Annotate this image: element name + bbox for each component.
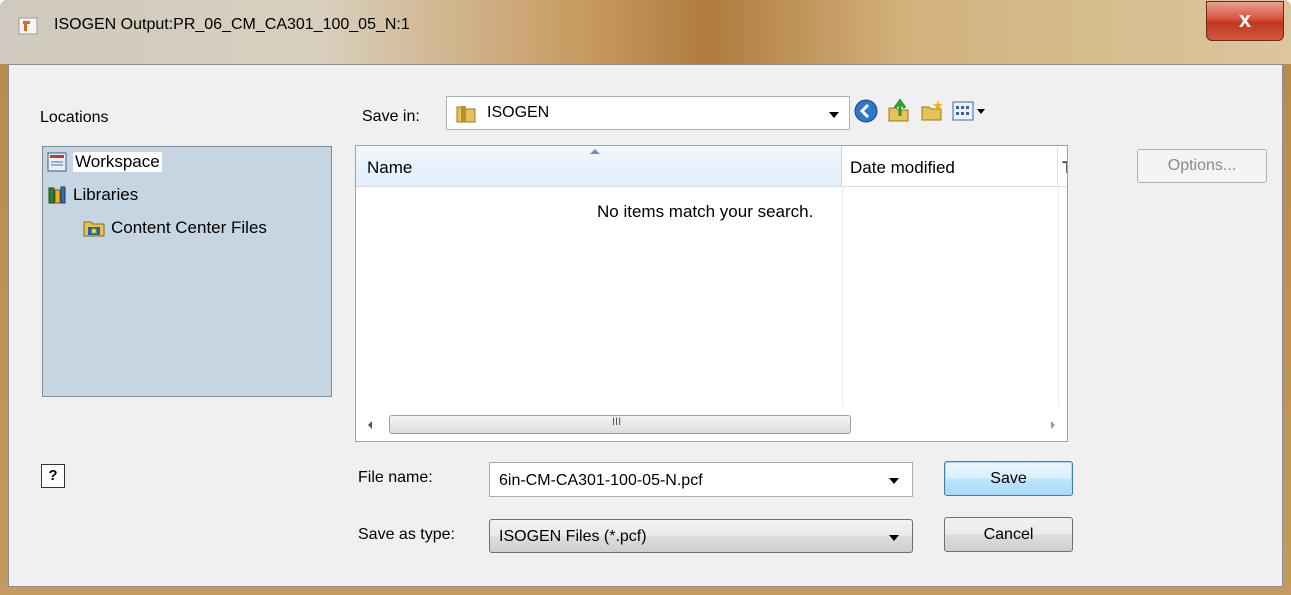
save-in-dropdown[interactable]: ISOGEN [446, 96, 850, 130]
file-name-field[interactable]: 6in-CM-CA301-100-05-N.pcf [489, 462, 913, 497]
new-folder-icon[interactable] [919, 98, 945, 124]
window-title: ISOGEN Output:PR_06_CM_CA301_100_05_N:1 [54, 16, 410, 33]
column-header-date-modified[interactable]: Date modified [842, 146, 1058, 186]
location-item-workspace[interactable]: Workspace [47, 152, 162, 172]
column-divider [842, 186, 843, 406]
column-label-date-modified: Date modified [850, 158, 955, 177]
file-name-value: 6in-CM-CA301-100-05-N.pcf [499, 472, 703, 489]
save-in-label: Save in: [362, 108, 420, 125]
location-label-workspace: Workspace [73, 152, 162, 172]
app-icon [18, 17, 38, 35]
view-menu-icon[interactable] [951, 98, 991, 124]
help-icon: ? [48, 467, 58, 484]
column-header-name[interactable]: Name [356, 146, 842, 186]
save-as-type-dropdown[interactable]: ISOGEN Files (*.pcf) [489, 519, 913, 553]
column-label-name: Name [367, 158, 413, 177]
scroll-grip: III [612, 416, 622, 428]
file-list-header: Name Date modified Ty [356, 146, 1067, 187]
title-bar[interactable]: ISOGEN Output:PR_06_CM_CA301_100_05_N:1 … [0, 0, 1291, 64]
chevron-down-icon[interactable] [889, 535, 899, 541]
file-name-label: File name: [358, 469, 433, 486]
chevron-down-icon[interactable] [889, 478, 899, 484]
content-center-folder-icon: ✱ [83, 221, 105, 237]
up-folder-icon[interactable] [886, 98, 912, 124]
dialog-body: Locations Workspace Libraries ✱ Content … [8, 64, 1283, 587]
column-header-type[interactable]: Ty [1058, 146, 1067, 186]
save-button[interactable]: Save [944, 461, 1073, 496]
location-label-content-center: Content Center Files [111, 218, 267, 237]
cancel-button[interactable]: Cancel [944, 517, 1073, 552]
close-icon[interactable]: x [1239, 7, 1251, 32]
chevron-down-icon[interactable] [829, 112, 839, 118]
location-item-libraries[interactable]: Libraries [47, 185, 138, 205]
save-in-value: ISOGEN [487, 104, 550, 121]
dialog-window: ISOGEN Output:PR_06_CM_CA301_100_05_N:1 … [0, 0, 1291, 595]
workspace-icon [47, 152, 67, 172]
scrollbar-thumb[interactable]: III [389, 415, 851, 434]
location-label-libraries: Libraries [73, 185, 139, 204]
libraries-icon [48, 186, 66, 204]
scroll-left-icon[interactable] [366, 420, 374, 430]
column-divider [1058, 186, 1059, 406]
options-button[interactable]: Options... [1137, 149, 1267, 183]
close-button[interactable]: x [1206, 1, 1284, 41]
locations-heading: Locations [40, 109, 109, 126]
help-button[interactable]: ? [41, 464, 65, 488]
sort-ascending-icon [590, 149, 600, 154]
horizontal-scrollbar[interactable]: III [356, 409, 1067, 441]
column-label-type: Ty [1062, 158, 1067, 178]
locations-panel: Workspace Libraries ✱ Content Center Fil… [42, 146, 332, 397]
folder-icon [456, 106, 476, 123]
svg-text:✱: ✱ [91, 227, 98, 236]
location-item-content-center[interactable]: ✱ Content Center Files [83, 218, 267, 238]
scroll-right-icon[interactable] [1049, 420, 1057, 430]
file-list[interactable]: Name Date modified Ty No items match you… [355, 145, 1068, 442]
save-as-type-label: Save as type: [358, 526, 455, 543]
save-as-type-value: ISOGEN Files (*.pcf) [499, 528, 647, 545]
back-icon[interactable] [853, 98, 879, 124]
empty-list-message: No items match your search. [597, 202, 814, 221]
